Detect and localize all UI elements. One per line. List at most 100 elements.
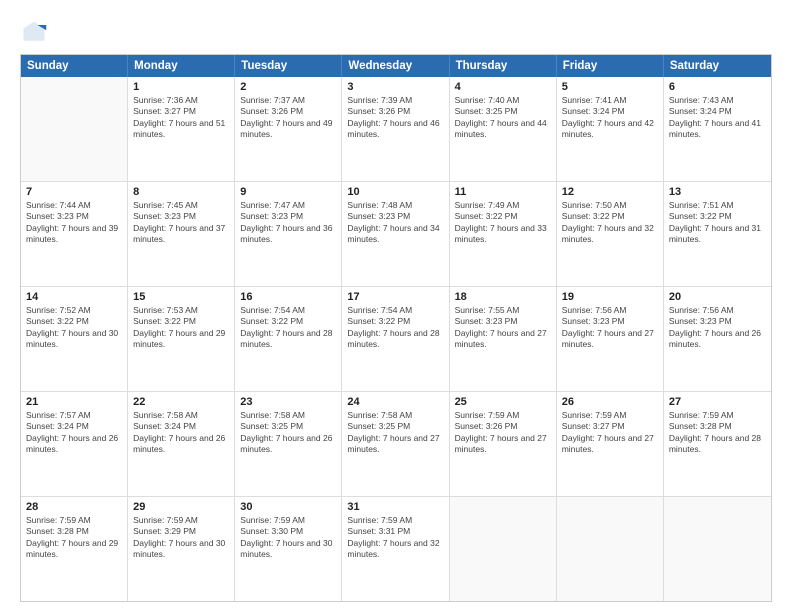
day-info: Sunrise: 7:57 AMSunset: 3:24 PMDaylight:…: [26, 410, 122, 456]
day-info: Sunrise: 7:59 AMSunset: 3:27 PMDaylight:…: [562, 410, 658, 456]
day-cell-11: 11 Sunrise: 7:49 AMSunset: 3:22 PMDayligh…: [450, 182, 557, 286]
day-info: Sunrise: 7:43 AMSunset: 3:24 PMDaylight:…: [669, 95, 766, 141]
day-info: Sunrise: 7:59 AMSunset: 3:28 PMDaylight:…: [669, 410, 766, 456]
day-number: 11: [455, 186, 551, 198]
day-number: 6: [669, 81, 766, 93]
day-info: Sunrise: 7:59 AMSunset: 3:31 PMDaylight:…: [347, 515, 443, 561]
header-day-saturday: Saturday: [664, 55, 771, 77]
empty-cell: [664, 497, 771, 601]
day-info: Sunrise: 7:36 AMSunset: 3:27 PMDaylight:…: [133, 95, 229, 141]
day-info: Sunrise: 7:54 AMSunset: 3:22 PMDaylight:…: [347, 305, 443, 351]
day-cell-8: 8 Sunrise: 7:45 AMSunset: 3:23 PMDaylight…: [128, 182, 235, 286]
day-cell-27: 27Sunrise: 7:59 AMSunset: 3:28 PMDayligh…: [664, 392, 771, 496]
empty-cell: [557, 497, 664, 601]
day-cell-10: 10 Sunrise: 7:48 AMSunset: 3:23 PMDayligh…: [342, 182, 449, 286]
header: [20, 18, 772, 46]
day-info: Sunrise: 7:51 AMSunset: 3:22 PMDaylight:…: [669, 200, 766, 246]
day-number: 13: [669, 186, 766, 198]
calendar-week-3: 14 Sunrise: 7:52 AMSunset: 3:22 PMDayligh…: [21, 287, 771, 392]
day-info: Sunrise: 7:49 AMSunset: 3:22 PMDaylight:…: [455, 200, 551, 246]
day-number: 2: [240, 81, 336, 93]
day-info: Sunrise: 7:58 AMSunset: 3:24 PMDaylight:…: [133, 410, 229, 456]
day-number: 1: [133, 81, 229, 93]
day-cell-23: 23 Sunrise: 7:58 AMSunset: 3:25 PMDayligh…: [235, 392, 342, 496]
day-cell-7: 7 Sunrise: 7:44 AMSunset: 3:23 PMDaylight…: [21, 182, 128, 286]
calendar-week-2: 7 Sunrise: 7:44 AMSunset: 3:23 PMDaylight…: [21, 182, 771, 287]
day-cell-9: 9 Sunrise: 7:47 AMSunset: 3:23 PMDaylight…: [235, 182, 342, 286]
day-cell-2: 2 Sunrise: 7:37 AMSunset: 3:26 PMDaylight…: [235, 77, 342, 181]
day-info: Sunrise: 7:48 AMSunset: 3:23 PMDaylight:…: [347, 200, 443, 246]
day-number: 19: [562, 291, 658, 303]
day-number: 28: [26, 501, 122, 513]
day-number: 16: [240, 291, 336, 303]
day-info: Sunrise: 7:45 AMSunset: 3:23 PMDaylight:…: [133, 200, 229, 246]
day-cell-31: 31 Sunrise: 7:59 AMSunset: 3:31 PMDayligh…: [342, 497, 449, 601]
day-info: Sunrise: 7:40 AMSunset: 3:25 PMDaylight:…: [455, 95, 551, 141]
header-day-friday: Friday: [557, 55, 664, 77]
day-cell-30: 30Sunrise: 7:59 AMSunset: 3:30 PMDayligh…: [235, 497, 342, 601]
day-number: 22: [133, 396, 229, 408]
day-cell-18: 18 Sunrise: 7:55 AMSunset: 3:23 PMDayligh…: [450, 287, 557, 391]
day-info: Sunrise: 7:59 AMSunset: 3:28 PMDaylight:…: [26, 515, 122, 561]
day-number: 20: [669, 291, 766, 303]
day-cell-26: 26 Sunrise: 7:59 AMSunset: 3:27 PMDayligh…: [557, 392, 664, 496]
day-info: Sunrise: 7:37 AMSunset: 3:26 PMDaylight:…: [240, 95, 336, 141]
day-cell-6: 6 Sunrise: 7:43 AMSunset: 3:24 PMDaylight…: [664, 77, 771, 181]
calendar-week-1: 1 Sunrise: 7:36 AMSunset: 3:27 PMDaylight…: [21, 77, 771, 182]
day-cell-14: 14 Sunrise: 7:52 AMSunset: 3:22 PMDayligh…: [21, 287, 128, 391]
day-info: Sunrise: 7:56 AMSunset: 3:23 PMDaylight:…: [562, 305, 658, 351]
day-cell-28: 28 Sunrise: 7:59 AMSunset: 3:28 PMDayligh…: [21, 497, 128, 601]
day-cell-24: 24Sunrise: 7:58 AMSunset: 3:25 PMDayligh…: [342, 392, 449, 496]
empty-cell: [21, 77, 128, 181]
day-number: 9: [240, 186, 336, 198]
day-number: 10: [347, 186, 443, 198]
day-cell-19: 19 Sunrise: 7:56 AMSunset: 3:23 PMDayligh…: [557, 287, 664, 391]
header-day-sunday: Sunday: [21, 55, 128, 77]
calendar-body: 1 Sunrise: 7:36 AMSunset: 3:27 PMDaylight…: [21, 77, 771, 601]
day-info: Sunrise: 7:54 AMSunset: 3:22 PMDaylight:…: [240, 305, 336, 351]
day-info: Sunrise: 7:41 AMSunset: 3:24 PMDaylight:…: [562, 95, 658, 141]
day-cell-25: 25 Sunrise: 7:59 AMSunset: 3:26 PMDayligh…: [450, 392, 557, 496]
day-number: 17: [347, 291, 443, 303]
day-info: Sunrise: 7:52 AMSunset: 3:22 PMDaylight:…: [26, 305, 122, 351]
day-cell-3: 3 Sunrise: 7:39 AMSunset: 3:26 PMDaylight…: [342, 77, 449, 181]
day-number: 21: [26, 396, 122, 408]
day-cell-29: 29Sunrise: 7:59 AMSunset: 3:29 PMDayligh…: [128, 497, 235, 601]
day-info: Sunrise: 7:39 AMSunset: 3:26 PMDaylight:…: [347, 95, 443, 141]
day-cell-15: 15 Sunrise: 7:53 AMSunset: 3:22 PMDayligh…: [128, 287, 235, 391]
day-number: 23: [240, 396, 336, 408]
day-number: 18: [455, 291, 551, 303]
empty-cell: [450, 497, 557, 601]
day-info: Sunrise: 7:50 AMSunset: 3:22 PMDaylight:…: [562, 200, 658, 246]
day-number: 3: [347, 81, 443, 93]
day-number: 25: [455, 396, 551, 408]
day-number: 31: [347, 501, 443, 513]
day-cell-22: 22 Sunrise: 7:58 AMSunset: 3:24 PMDayligh…: [128, 392, 235, 496]
day-number: 14: [26, 291, 122, 303]
day-cell-5: 5Sunrise: 7:41 AMSunset: 3:24 PMDaylight…: [557, 77, 664, 181]
day-number: 12: [562, 186, 658, 198]
day-info: Sunrise: 7:59 AMSunset: 3:26 PMDaylight:…: [455, 410, 551, 456]
day-number: 7: [26, 186, 122, 198]
header-day-tuesday: Tuesday: [235, 55, 342, 77]
day-number: 8: [133, 186, 229, 198]
generalblue-logo-icon: [20, 18, 48, 46]
day-info: Sunrise: 7:47 AMSunset: 3:23 PMDaylight:…: [240, 200, 336, 246]
day-number: 26: [562, 396, 658, 408]
day-info: Sunrise: 7:56 AMSunset: 3:23 PMDaylight:…: [669, 305, 766, 351]
header-day-wednesday: Wednesday: [342, 55, 449, 77]
day-cell-12: 12 Sunrise: 7:50 AMSunset: 3:22 PMDayligh…: [557, 182, 664, 286]
day-info: Sunrise: 7:55 AMSunset: 3:23 PMDaylight:…: [455, 305, 551, 351]
day-cell-4: 4 Sunrise: 7:40 AMSunset: 3:25 PMDaylight…: [450, 77, 557, 181]
calendar: SundayMondayTuesdayWednesdayThursdayFrid…: [20, 54, 772, 602]
day-number: 15: [133, 291, 229, 303]
calendar-week-5: 28 Sunrise: 7:59 AMSunset: 3:28 PMDayligh…: [21, 497, 771, 601]
day-info: Sunrise: 7:44 AMSunset: 3:23 PMDaylight:…: [26, 200, 122, 246]
day-info: Sunrise: 7:53 AMSunset: 3:22 PMDaylight:…: [133, 305, 229, 351]
header-day-thursday: Thursday: [450, 55, 557, 77]
day-info: Sunrise: 7:59 AMSunset: 3:30 PMDaylight:…: [240, 515, 336, 561]
day-cell-16: 16 Sunrise: 7:54 AMSunset: 3:22 PMDayligh…: [235, 287, 342, 391]
day-cell-1: 1 Sunrise: 7:36 AMSunset: 3:27 PMDaylight…: [128, 77, 235, 181]
day-number: 4: [455, 81, 551, 93]
day-info: Sunrise: 7:58 AMSunset: 3:25 PMDaylight:…: [240, 410, 336, 456]
